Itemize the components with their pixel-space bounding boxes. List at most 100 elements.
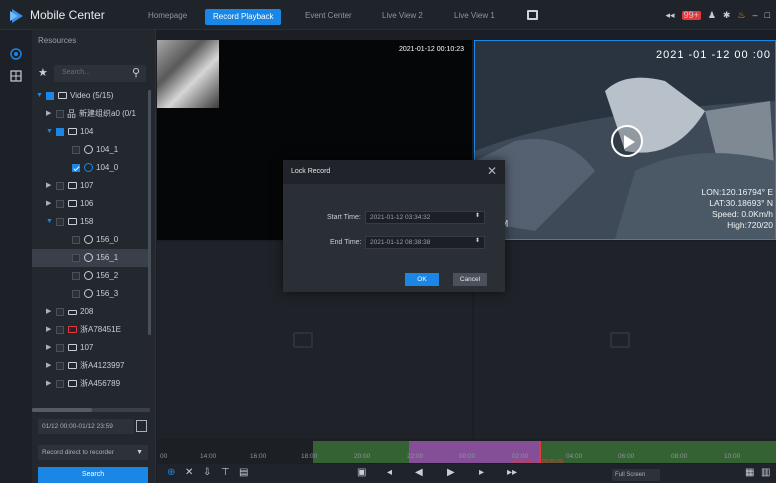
tree-row[interactable]: ▶ 品 新建组织a0 (0/1 [32, 105, 150, 123]
screen-mode-select[interactable]: Full Screen [612, 469, 660, 481]
add-tab-icon[interactable] [527, 10, 538, 20]
prev-frame-icon[interactable]: ◀ [415, 467, 423, 478]
system-tray: ◂◂ 99+ ♟ ✱ ♨ – □ [666, 9, 770, 21]
tree-row[interactable]: ▼ 104 [32, 123, 150, 141]
osd-line: LAT:30.18693° N [709, 198, 773, 208]
minimize-icon[interactable]: – [753, 10, 758, 20]
lock-icon[interactable]: ⊕ [167, 467, 175, 478]
play-icon[interactable]: ▶ [447, 467, 455, 478]
tree-row[interactable]: ▶ 107 [32, 177, 150, 195]
calendar-icon[interactable] [136, 420, 147, 432]
tree-row[interactable]: 156_2 [32, 267, 150, 285]
record-source-select[interactable]: Record direct to recorder ▼ [38, 445, 148, 460]
checkbox[interactable] [56, 110, 64, 118]
expand-arrow-icon[interactable]: ▼ [46, 123, 53, 141]
expand-arrow-icon[interactable]: ▶ [46, 375, 51, 393]
tree-scrollbar[interactable] [148, 90, 151, 335]
sound-icon[interactable]: ◂◂ [666, 10, 675, 21]
video-window-2[interactable]: 2021 -01 -12 00 :00 LON:120.16794° E LAT… [474, 40, 776, 240]
checkbox[interactable] [72, 146, 80, 154]
user-icon[interactable]: ♟ [708, 10, 716, 21]
start-time-input[interactable]: 2021-01-12 03:34:32 ⬍ [365, 211, 485, 224]
resources-icon[interactable] [10, 48, 22, 60]
tree-row[interactable]: ▶ 浙A4123997 [32, 357, 150, 375]
end-time-input[interactable]: 2021-01-12 08:38:38 ⬍ [365, 236, 485, 249]
checkbox[interactable] [72, 272, 80, 280]
resource-search-input[interactable]: Search... ⚲ [54, 65, 146, 82]
notification-icon[interactable]: ♨ [737, 10, 745, 21]
date-range-field[interactable]: 01/12 00:00-01/12 23:59 [38, 419, 134, 434]
tree-row[interactable]: 156_3 [32, 285, 150, 303]
tree-row[interactable]: ▶ 106 [32, 195, 150, 213]
cancel-button[interactable]: Cancel [453, 273, 487, 286]
tree-row[interactable]: 104_0 [32, 159, 150, 177]
maximize-icon[interactable]: □ [765, 10, 770, 20]
time-stepper-icon[interactable]: ⬍ [475, 211, 480, 222]
fast-icon[interactable]: ▸▸ [507, 467, 517, 478]
expand-arrow-icon[interactable]: ▶ [46, 195, 51, 213]
checkbox[interactable] [72, 236, 80, 244]
video-window-4[interactable] [474, 242, 776, 439]
tree-row[interactable]: ▶ 107 [32, 339, 150, 357]
expand-arrow-icon[interactable]: ▼ [46, 213, 53, 231]
tree-row-selected[interactable]: 156_1 [32, 249, 150, 267]
expand-arrow-icon[interactable]: ▶ [46, 321, 51, 339]
tab-record-playback[interactable]: Record Playback [205, 9, 282, 25]
expand-arrow-icon[interactable]: ▶ [46, 177, 51, 195]
tree-row[interactable]: ▼ Video (5/15) [32, 87, 150, 105]
expand-arrow-icon[interactable]: ▶ [46, 357, 51, 375]
layout-1-icon[interactable]: ▦ [745, 467, 754, 478]
favorite-star-icon[interactable]: ★ [38, 66, 48, 79]
checkbox[interactable] [56, 182, 64, 190]
expand-arrow-icon[interactable]: ▶ [46, 105, 51, 123]
checkbox[interactable] [56, 218, 64, 226]
checkbox[interactable] [56, 362, 64, 370]
checkbox[interactable] [56, 380, 64, 388]
play-button[interactable] [611, 125, 643, 157]
app-logo-icon [10, 9, 23, 23]
checkbox[interactable] [72, 290, 80, 298]
tree-horizontal-scrollbar[interactable] [32, 408, 150, 412]
next-frame-icon[interactable]: ▸ [479, 467, 484, 478]
tree-label: Video (5/15) [70, 91, 114, 100]
tree-row[interactable]: ▶ 浙A456789 [32, 375, 150, 393]
expand-arrow-icon[interactable]: ▶ [46, 303, 51, 321]
checkbox[interactable] [56, 128, 64, 136]
settings-icon[interactable]: ✱ [723, 10, 731, 21]
tree-row[interactable]: ▶ 浙A78451E [32, 321, 150, 339]
download-icon[interactable]: ⇩ [203, 467, 211, 478]
tab-event-center[interactable]: Event Center [297, 8, 360, 24]
checkbox[interactable] [56, 344, 64, 352]
tab-live-view-2[interactable]: Live View 2 [374, 8, 431, 24]
resources-label: Resources [38, 36, 77, 45]
checkbox[interactable] [56, 200, 64, 208]
slow-icon[interactable]: ◂ [387, 467, 392, 478]
checkbox[interactable] [46, 92, 54, 100]
stop-icon[interactable]: ▣ [357, 467, 366, 478]
device-icon [68, 344, 77, 351]
alarm-badge[interactable]: 99+ [681, 10, 701, 20]
expand-arrow-icon[interactable]: ▼ [36, 87, 43, 105]
snapshot-icon[interactable]: ▤ [239, 467, 248, 478]
tab-live-view-1[interactable]: Live View 1 [446, 8, 503, 24]
timeline-label: 22:00 [407, 453, 424, 460]
tree-row[interactable]: ▼ 158 [32, 213, 150, 231]
close-icon[interactable]: ✕ [487, 164, 497, 178]
ok-button[interactable]: OK [405, 273, 439, 286]
layout-4-icon[interactable]: ▥ [761, 467, 770, 478]
search-button[interactable]: Search [38, 467, 148, 483]
tree-row[interactable]: 104_1 [32, 141, 150, 159]
time-stepper-icon[interactable]: ⬍ [475, 236, 480, 247]
cut-icon[interactable]: ✕ [185, 467, 193, 478]
search-icon[interactable]: ⚲ [132, 66, 140, 79]
checkbox[interactable] [72, 254, 80, 262]
tab-homepage[interactable]: Homepage [140, 8, 195, 24]
checkbox[interactable] [56, 308, 64, 316]
checkbox[interactable] [72, 164, 80, 172]
layout-icon[interactable] [10, 70, 22, 82]
tree-row[interactable]: ▶ 208 [32, 303, 150, 321]
tag-icon[interactable]: ⊤ [221, 467, 230, 478]
checkbox[interactable] [56, 326, 64, 334]
tree-row[interactable]: 156_0 [32, 231, 150, 249]
expand-arrow-icon[interactable]: ▶ [46, 339, 51, 357]
